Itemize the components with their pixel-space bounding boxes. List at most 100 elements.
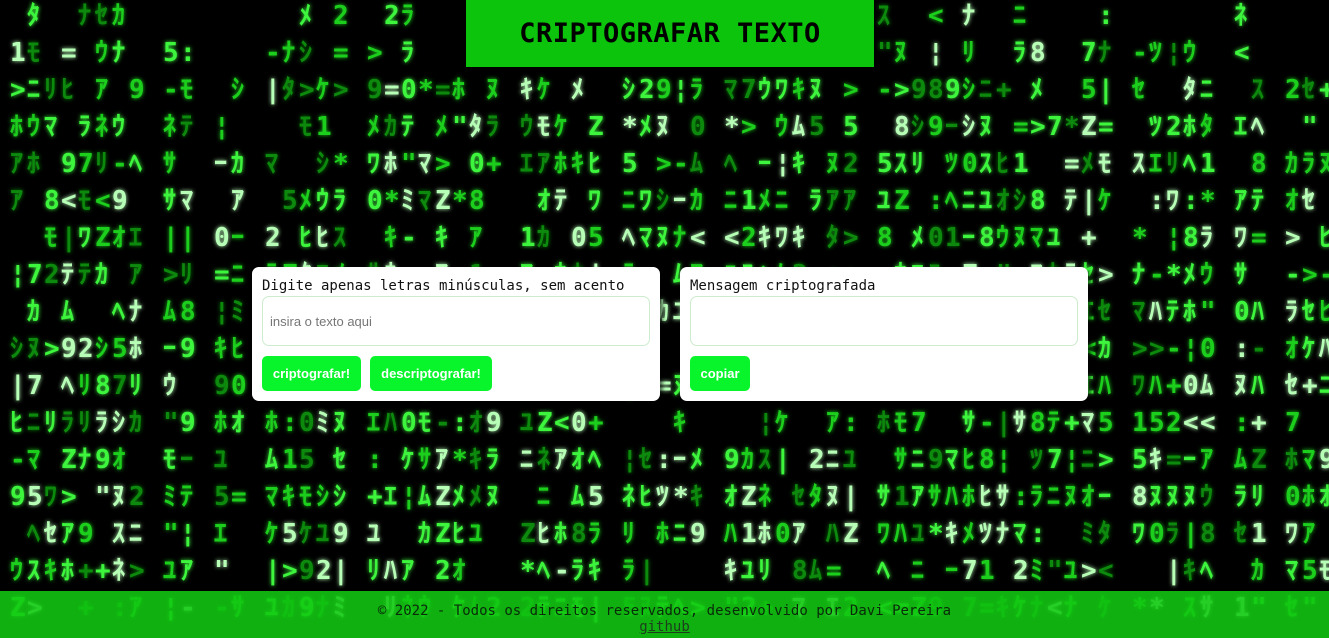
rain-glyph: ﾕ xyxy=(163,556,176,586)
rain-glyph: ｷ xyxy=(1149,445,1162,475)
rain-glyph: ﾕ xyxy=(469,519,482,549)
rain-glyph: 5 xyxy=(588,223,604,253)
rain-glyph: 0 xyxy=(571,408,587,438)
rain-glyph: ﾘ xyxy=(1251,482,1264,512)
rain-glyph: ﾈ xyxy=(537,445,550,475)
rain-glyph: ｵ xyxy=(571,445,584,475)
rain-glyph: ｻ xyxy=(928,482,941,512)
rain-glyph: < xyxy=(690,223,706,253)
matrix-rain-background: 1>ﾎｱｱ¦ｼ|ﾋ-9ｳZﾀﾓﾆｳﾎ7ｶﾇ7ﾆﾏ5ﾍｽ>ﾘﾏ8ﾓ2>ﾘﾜｾｷ=ﾋ… xyxy=(10,1,1329,623)
rain-glyph: ｻ xyxy=(877,482,890,512)
rain-glyph: ﾃ xyxy=(61,260,74,290)
rain-glyph: ﾎ xyxy=(656,519,669,549)
encrypt-button[interactable]: criptografar! xyxy=(262,356,361,391)
rain-glyph: ﾋ xyxy=(1319,223,1329,253)
rain-glyph: 7 xyxy=(78,149,94,179)
rain-glyph: ｻ xyxy=(163,186,176,216)
rain-glyph: ｽ xyxy=(333,223,346,253)
rain-glyph: ﾎ xyxy=(554,519,567,549)
rain-glyph: ¦ xyxy=(214,297,230,327)
rain-glyph: ﾍ xyxy=(1250,112,1264,142)
rain-glyph: ﾜ xyxy=(1285,519,1298,549)
encrypted-output-field[interactable] xyxy=(690,296,1078,346)
rain-glyph: ｷ xyxy=(435,223,448,253)
rain-glyph: * xyxy=(1200,186,1216,216)
rain-glyph: ｼ xyxy=(622,75,635,105)
rain-glyph: ｾ xyxy=(791,482,805,512)
rain-glyph: ｾ xyxy=(43,519,57,549)
rain-glyph: 7 xyxy=(911,408,927,438)
rain-glyph: Z xyxy=(435,186,451,216)
rain-glyph: - xyxy=(112,149,128,179)
rain-glyph: ﾕ xyxy=(520,408,533,438)
rain-glyph: ﾘ xyxy=(622,519,635,549)
rain-glyph: 9 xyxy=(911,75,927,105)
rain-glyph: ﾏ xyxy=(724,75,737,105)
rain-glyph: ﾊ xyxy=(723,519,737,549)
rain-glyph: ﾊ xyxy=(825,519,839,549)
rain-glyph: ﾍ xyxy=(876,556,890,586)
rain-glyph: ｽ xyxy=(1132,149,1145,179)
rain-glyph: ﾅ xyxy=(1132,260,1145,290)
text-input[interactable] xyxy=(262,296,650,346)
rain-glyph: : xyxy=(656,445,672,475)
rain-glyph: ｴ xyxy=(367,408,380,438)
rain-glyph: ﾆ xyxy=(1013,1,1026,31)
rain-glyph: ﾆ xyxy=(520,445,533,475)
rain-glyph: ¦ xyxy=(214,112,230,142)
rain-glyph: 7 xyxy=(741,75,757,105)
copy-button[interactable]: copiar xyxy=(690,356,750,391)
rain-glyph: ﾋ xyxy=(299,223,312,253)
rain-glyph: - xyxy=(673,149,689,179)
rain-glyph: ｷ xyxy=(384,223,397,253)
decrypt-button[interactable]: descriptografar! xyxy=(370,356,492,391)
rain-glyph: ｴ xyxy=(1234,112,1247,142)
rain-glyph: ﾕ xyxy=(979,186,992,216)
rain-glyph: ｱ xyxy=(911,482,924,512)
rain-glyph: * xyxy=(452,445,468,475)
rain-glyph: ﾗ xyxy=(78,112,91,142)
rain-glyph: ｱ xyxy=(469,223,482,253)
rain-glyph: ﾕ xyxy=(911,519,924,549)
rain-glyph: ｴ xyxy=(129,223,142,253)
rain-glyph: ｳ xyxy=(1200,482,1213,512)
rain-glyph: | xyxy=(1081,186,1097,216)
rain-glyph: 1 xyxy=(1013,149,1029,179)
rain-glyph: ﾍ xyxy=(1182,149,1196,179)
rain-glyph: ﾆ xyxy=(826,445,839,475)
rain-glyph: ｰ xyxy=(962,223,975,253)
rain-glyph: 8 xyxy=(979,223,995,253)
rain-glyph: ﾗ xyxy=(1030,482,1043,512)
rain-glyph: ｴ xyxy=(1149,149,1162,179)
rain-glyph: 8 xyxy=(469,186,485,216)
rain-glyph: ﾓ xyxy=(894,408,907,438)
rain-glyph: 1 xyxy=(979,556,995,586)
rain-glyph: - xyxy=(1319,260,1329,290)
rain-glyph: ｶ xyxy=(418,519,431,549)
rain-glyph: 2 xyxy=(384,1,400,31)
rain-glyph: ﾀ xyxy=(809,482,822,512)
rain-glyph: ﾀ xyxy=(282,75,295,105)
github-link[interactable]: github xyxy=(639,619,690,635)
rain-glyph: ｱ xyxy=(231,186,244,216)
rain-glyph: ﾘ xyxy=(1166,149,1179,179)
rain-glyph: ﾂ xyxy=(945,149,958,179)
rain-glyph: ﾒ xyxy=(1183,260,1196,290)
rain-glyph: + xyxy=(78,556,94,586)
rain-glyph: ｽ xyxy=(758,445,771,475)
rain-glyph: 2 xyxy=(316,556,332,586)
rain-glyph: ｼ xyxy=(333,482,346,512)
rain-glyph: - xyxy=(1285,260,1301,290)
rain-glyph: : xyxy=(1234,408,1250,438)
rain-glyph: 9 xyxy=(95,445,111,475)
rain-glyph: ﾘ xyxy=(95,149,108,179)
rain-glyph: ¦ xyxy=(1064,445,1080,475)
rain-glyph: ﾗ xyxy=(61,408,74,438)
rain-glyph: ﾗ xyxy=(401,1,414,31)
rain-glyph: ﾆ xyxy=(1081,445,1094,475)
rain-glyph: ｵ xyxy=(469,408,482,438)
rain-glyph: ﾍ xyxy=(60,371,74,401)
rain-glyph: ﾊ xyxy=(893,519,907,549)
rain-glyph: ｳ xyxy=(520,112,533,142)
rain-glyph: ﾘ xyxy=(911,149,924,179)
